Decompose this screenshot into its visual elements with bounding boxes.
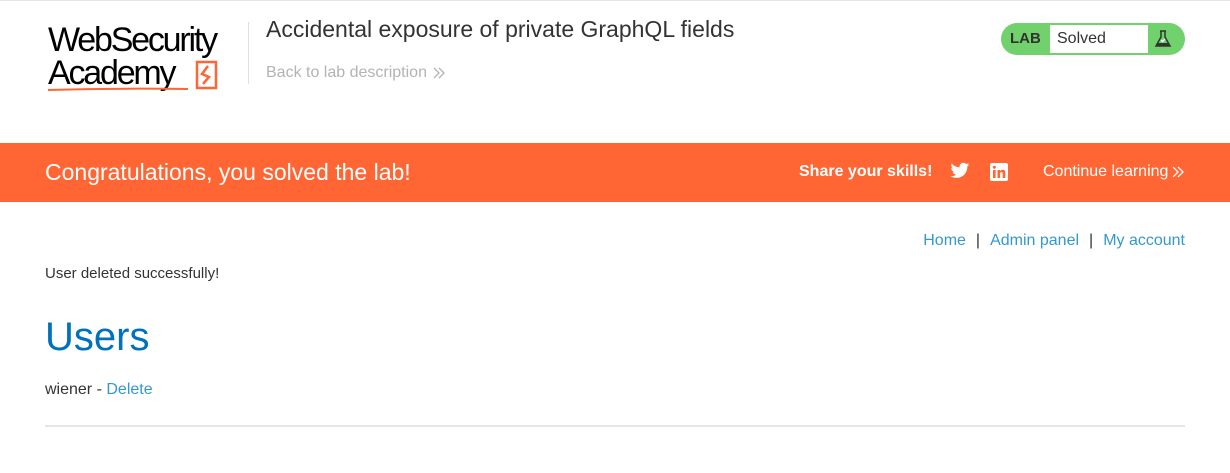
- nav-home-link[interactable]: Home: [923, 232, 966, 250]
- lab-status-box: Solved: [1050, 25, 1148, 53]
- lab-status-widget: LAB Solved: [1001, 23, 1185, 55]
- lab-status-text: Solved: [1057, 30, 1106, 47]
- nav-separator: |: [975, 232, 981, 249]
- user-list-item: wiener - Delete: [45, 381, 153, 399]
- top-nav: Home | Admin panel | My account: [923, 232, 1185, 250]
- double-chevron-right-icon: [433, 67, 445, 79]
- congratulations-text: Congratulations, you solved the lab!: [45, 159, 411, 185]
- flask-icon: [1154, 30, 1172, 47]
- congratulations-banner: Congratulations, you solved the lab! Sha…: [0, 143, 1230, 202]
- status-message: User deleted successfully!: [45, 265, 220, 282]
- back-to-lab-description-link[interactable]: Back to lab description: [266, 64, 445, 82]
- back-link-label: Back to lab description: [266, 64, 427, 81]
- nav-separator: |: [1089, 232, 1094, 249]
- top-border: [0, 0, 1230, 1]
- continue-learning-label: Continue learning: [1043, 163, 1169, 180]
- delete-user-link[interactable]: Delete: [106, 381, 152, 398]
- logo-bolt-icon: [47, 60, 218, 91]
- nav-admin-panel-link[interactable]: Admin panel: [990, 232, 1079, 250]
- double-chevron-right-icon: [1172, 166, 1185, 178]
- lab-title: Accidental exposure of private GraphQL f…: [266, 16, 735, 42]
- divider: [45, 425, 1185, 427]
- user-separator: -: [92, 381, 107, 398]
- lab-badge: LAB: [1010, 30, 1041, 47]
- share-skills-label: Share your skills!: [799, 163, 933, 180]
- linkedin-icon[interactable]: [989, 162, 1009, 182]
- web-security-academy-logo[interactable]: WebSecurity Academy: [46, 22, 246, 94]
- page-title: Users: [45, 315, 150, 359]
- twitter-icon[interactable]: [950, 162, 970, 180]
- continue-learning-link[interactable]: Continue learning: [1043, 163, 1185, 181]
- user-name: wiener: [45, 381, 93, 398]
- header-divider: [248, 22, 249, 84]
- nav-my-account-link[interactable]: My account: [1103, 232, 1185, 250]
